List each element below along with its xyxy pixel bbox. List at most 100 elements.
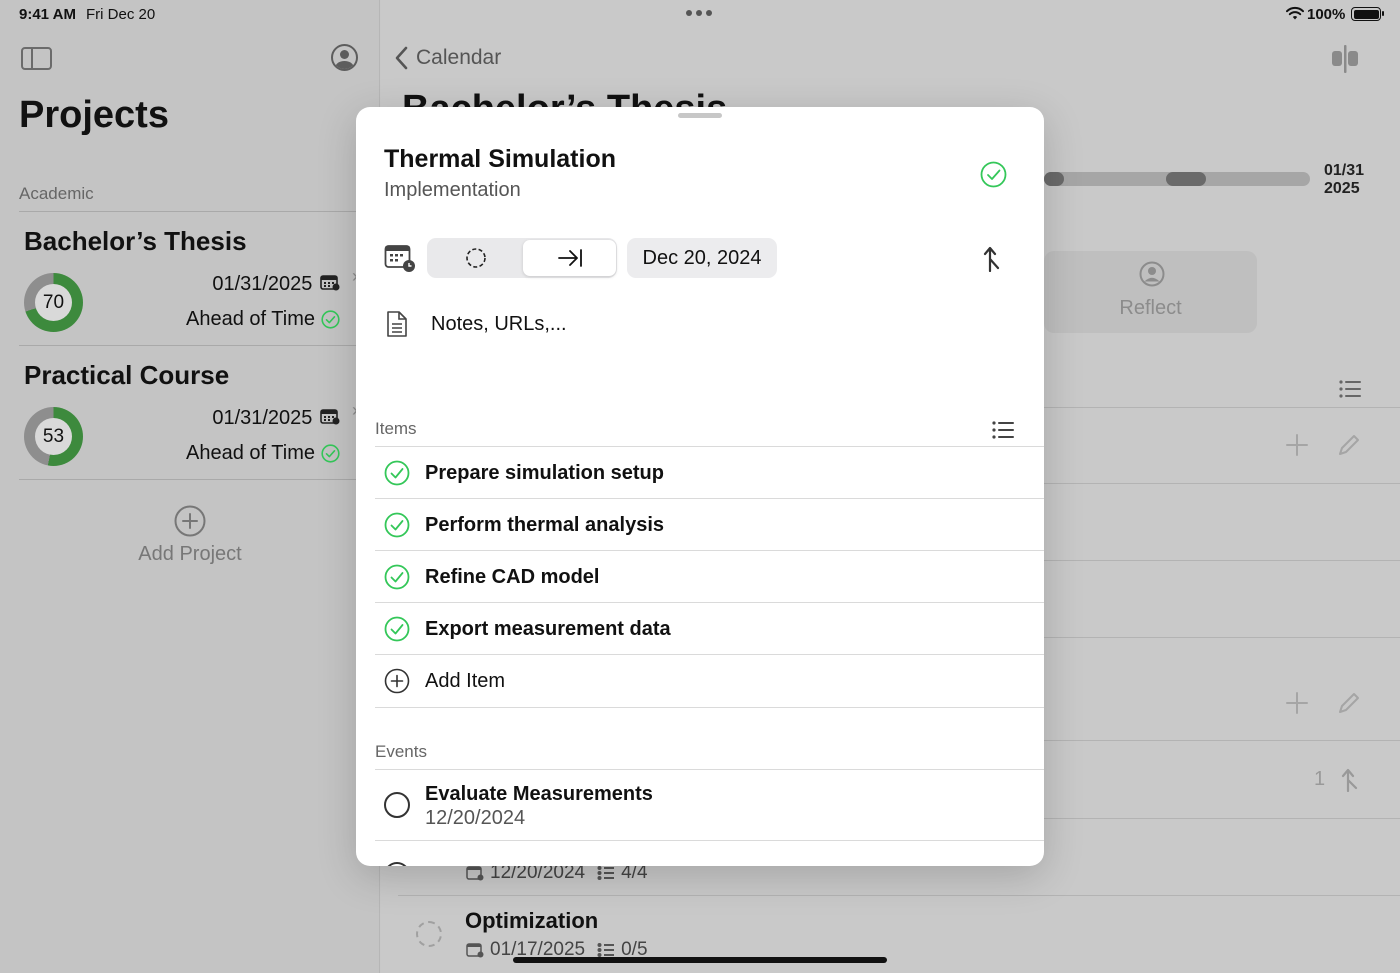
calendar-clock-icon <box>384 245 415 272</box>
project-card-bachelors-thesis[interactable]: Bachelor’s Thesis 70 01/31/2025 Ahead of… <box>24 226 358 336</box>
linked-count: 1 <box>1314 768 1326 790</box>
status-time: 9:41 AM <box>19 6 76 23</box>
checkmark-circle-icon[interactable] <box>384 616 410 642</box>
list-icon[interactable] <box>1339 380 1361 398</box>
events-header: Events <box>375 742 427 761</box>
notes-field[interactable]: Notes, URLs,... <box>431 313 567 336</box>
multitasking-dots-icon[interactable] <box>686 10 712 16</box>
arrow-to-line-icon <box>557 249 582 267</box>
sidebar-toggle-icon[interactable] <box>21 47 52 70</box>
checkmark-circle-icon[interactable] <box>384 512 410 538</box>
calendar-clock-icon <box>320 275 340 291</box>
task-circle[interactable] <box>416 921 442 947</box>
wifi-icon <box>1286 6 1304 20</box>
event-title[interactable]: Evaluate Measurements <box>425 783 653 806</box>
progress-ring: 53 <box>24 407 83 466</box>
sidebar: Projects Academic Bachelor’s Thesis 70 0… <box>0 0 380 973</box>
add-project-button[interactable]: Add Project <box>137 505 243 566</box>
project-name: Bachelor’s Thesis <box>24 226 247 256</box>
task-title: Optimization <box>465 908 599 933</box>
back-label: Calendar <box>416 46 502 69</box>
plus-circle-icon <box>384 668 410 694</box>
item-label: Perform thermal analysis <box>425 513 664 536</box>
section-header-academic: Academic <box>19 184 94 203</box>
divider <box>1044 407 1400 408</box>
progress-value: 70 <box>35 284 72 321</box>
segment-open[interactable] <box>429 240 522 276</box>
project-status: Ahead of Time <box>186 442 340 465</box>
divider <box>1044 637 1400 638</box>
divider <box>19 345 359 346</box>
divider <box>19 211 359 212</box>
gantt-icon[interactable] <box>1331 44 1361 74</box>
dashed-circle-icon <box>465 248 486 268</box>
items-header: Items <box>375 419 417 438</box>
task-title: Thermal Simulation <box>384 145 616 173</box>
checklist-icon <box>597 943 615 957</box>
calendar-clock-icon <box>466 866 484 881</box>
project-card-practical-course[interactable]: Practical Course 53 01/31/2025 Ahead of … <box>24 360 358 470</box>
divider <box>375 840 1044 841</box>
checklist-icon <box>597 866 615 880</box>
sidebar-title: Projects <box>19 94 169 136</box>
event-complete-toggle[interactable] <box>384 862 410 866</box>
project-timeline <box>1044 172 1310 186</box>
plus-icon[interactable] <box>1286 692 1308 714</box>
fork-arrow-icon[interactable] <box>982 244 1002 272</box>
divider <box>375 707 1044 708</box>
checkmark-circle-icon <box>321 444 340 463</box>
pencil-icon[interactable] <box>1338 434 1360 456</box>
home-indicator[interactable] <box>513 957 887 963</box>
item-label: Refine CAD model <box>425 565 600 588</box>
calendar-clock-icon <box>320 409 340 425</box>
pencil-icon[interactable] <box>1338 692 1360 714</box>
divider <box>19 479 359 480</box>
event-date: 12/20/2024 <box>425 807 526 829</box>
project-status: Ahead of Time <box>186 308 340 331</box>
progress-ring: 70 <box>24 273 83 332</box>
event-complete-toggle[interactable] <box>384 792 410 818</box>
battery-percent: 100% <box>1307 6 1346 23</box>
plus-circle-icon <box>174 505 206 537</box>
schedule-mode-control <box>427 238 617 278</box>
checklist-item[interactable]: Refine CAD model <box>375 551 1044 603</box>
add-project-label: Add Project <box>138 543 242 565</box>
project-due-date: 01/31/2025 <box>212 273 340 296</box>
plus-icon[interactable] <box>1286 434 1308 456</box>
chevron-left-icon <box>395 46 408 70</box>
document-icon <box>387 311 407 337</box>
checklist-item[interactable]: Perform thermal analysis <box>375 499 1044 551</box>
back-button[interactable]: Calendar <box>394 46 501 70</box>
checkmark-circle-icon[interactable] <box>980 161 1007 188</box>
divider <box>1044 560 1400 561</box>
checklist-item[interactable]: Prepare simulation setup <box>375 447 1044 499</box>
segment-deadline[interactable] <box>523 240 616 276</box>
divider <box>398 895 1400 896</box>
status-bar: 9:41 AM Fri Dec 20 100% <box>0 0 1400 28</box>
add-item-button[interactable]: Add Item <box>375 655 1044 707</box>
person-circle-icon <box>1139 261 1165 287</box>
item-label: Export measurement data <box>425 617 671 640</box>
status-date: Fri Dec 20 <box>86 6 156 23</box>
project-name: Practical Course <box>24 360 230 390</box>
checkmark-circle-icon[interactable] <box>384 460 410 486</box>
checkmark-circle-icon <box>321 310 340 329</box>
profile-icon[interactable] <box>331 44 358 71</box>
divider <box>1044 818 1400 819</box>
fork-arrow-icon[interactable] <box>1340 766 1360 792</box>
date-picker-button[interactable]: Dec 20, 2024 <box>627 238 777 278</box>
divider <box>1044 740 1400 741</box>
checklist-item[interactable]: Export measurement data <box>375 603 1044 655</box>
sheet-grabber[interactable] <box>678 113 722 118</box>
task-phase: Implementation <box>384 179 521 201</box>
reflect-button[interactable]: Reflect <box>1044 251 1257 333</box>
checkmark-circle-icon[interactable] <box>384 564 410 590</box>
list-icon[interactable] <box>992 421 1014 439</box>
add-item-label: Add Item <box>425 669 506 692</box>
divider <box>1044 483 1400 484</box>
battery-icon <box>1351 7 1384 21</box>
project-due-date: 01/31/2025 <box>212 407 340 430</box>
calendar-clock-icon <box>466 943 484 958</box>
progress-value: 53 <box>35 418 72 455</box>
reflect-label: Reflect <box>1119 297 1182 319</box>
